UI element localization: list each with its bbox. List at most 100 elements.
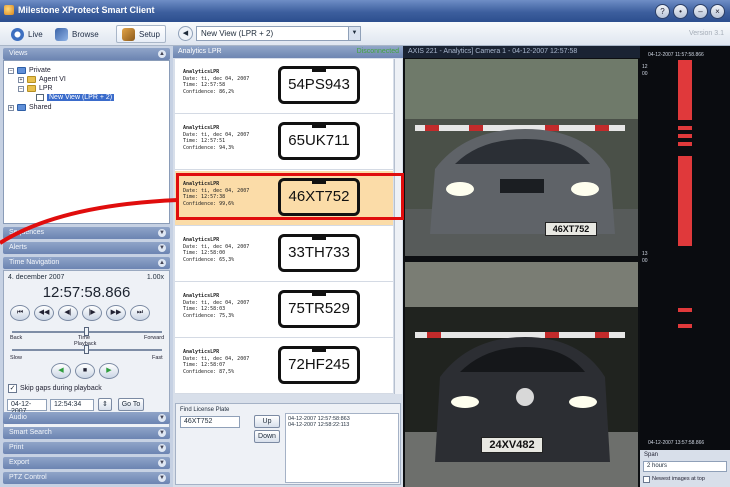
lpr-event-row[interactable]: AnalyticsLPR Date: ti, dec 04, 2007 Time… bbox=[175, 339, 393, 394]
event-confidence: Confidence: 75,3% bbox=[183, 312, 235, 319]
previous-frame-button[interactable]: ◀| bbox=[58, 305, 78, 321]
lpr-event-row[interactable]: AnalyticsLPR Date: ti, dec 04, 2007 Time… bbox=[175, 59, 393, 114]
find-result-item[interactable]: 04-12-2007 12:58:22:113 bbox=[288, 422, 396, 428]
collapse-icon[interactable]: ▼ bbox=[158, 429, 166, 437]
license-plate-image: 75TR529 bbox=[278, 290, 360, 328]
time-nav-header-label: Time Navigation bbox=[9, 259, 60, 266]
event-source: AnalyticsLPR bbox=[183, 293, 220, 299]
next-frame-button[interactable]: |▶ bbox=[82, 305, 102, 321]
live-tab-label: Live bbox=[28, 29, 43, 39]
recording-segment[interactable] bbox=[678, 308, 692, 312]
event-date: Date: ti, dec 04, 2007 bbox=[183, 243, 250, 250]
span-label: Span bbox=[644, 452, 659, 458]
event-time: Time: 12:58:07 bbox=[183, 362, 226, 368]
lpr-event-row[interactable]: AnalyticsLPR Date: ti, dec 04, 2007 Time… bbox=[175, 283, 393, 338]
tree-item-agent-vi[interactable]: + Agent VI bbox=[18, 76, 66, 83]
skip-gaps-checkbox[interactable]: ✓ bbox=[8, 384, 17, 393]
forward-label: Forward bbox=[144, 335, 165, 341]
lpr-event-row[interactable]: AnalyticsLPR Date: ti, dec 04, 2007 Time… bbox=[175, 227, 393, 282]
lpr-event-details: AnalyticsLPR Date: ti, dec 04, 2007 Time… bbox=[183, 69, 249, 95]
span-select[interactable]: 2 hours bbox=[643, 461, 727, 472]
lpr-event-list: AnalyticsLPR Date: ti, dec 04, 2007 Time… bbox=[175, 59, 393, 394]
first-frame-button[interactable]: ⏮ bbox=[10, 305, 30, 321]
tree-item-shared[interactable]: + Shared bbox=[8, 104, 52, 111]
folder-icon bbox=[17, 67, 26, 74]
settings-button[interactable]: • bbox=[673, 4, 688, 19]
collapse-icon[interactable]: ▼ bbox=[158, 459, 166, 467]
event-time: Time: 12:57:58 bbox=[183, 82, 226, 88]
event-time: Time: 12:57:51 bbox=[183, 138, 226, 144]
collapse-icon[interactable]: ▼ bbox=[158, 474, 166, 482]
event-confidence: Confidence: 94,3% bbox=[183, 144, 235, 151]
timeline-end-stamp: 04-12-2007 13:57:58.866 bbox=[648, 440, 705, 446]
camera-title: AXIS 221 - Analytics] Camera 1 - 04-12-2… bbox=[403, 46, 640, 58]
play-reverse-button[interactable]: ◀ bbox=[51, 363, 71, 379]
recording-segment[interactable] bbox=[678, 324, 692, 328]
tree-item-lpr[interactable]: – LPR bbox=[18, 85, 53, 92]
lpr-list-scrollbar[interactable] bbox=[394, 59, 402, 394]
views-header-label: Views bbox=[9, 50, 28, 57]
live-tab[interactable]: Live bbox=[6, 25, 48, 43]
vehicle-plate-top: 46XT752 bbox=[545, 222, 597, 236]
recording-segment[interactable] bbox=[678, 142, 692, 146]
timeline-start-stamp: 04-12-2007 11:57:58.866 bbox=[648, 52, 704, 58]
minimize-button[interactable]: – bbox=[693, 4, 708, 19]
time-stepper[interactable]: ⇕ bbox=[98, 398, 112, 411]
recording-segment[interactable] bbox=[678, 134, 692, 138]
views-panel-header[interactable]: Views ▲ bbox=[3, 48, 170, 60]
goto-date-field[interactable]: 04-12-2007 bbox=[7, 399, 47, 415]
collapse-icon[interactable]: ▼ bbox=[158, 414, 166, 422]
close-button[interactable]: × bbox=[710, 4, 725, 19]
previous-sequence-button[interactable]: ◀◀ bbox=[34, 305, 54, 321]
newest-top-checkbox[interactable] bbox=[643, 476, 650, 483]
help-button[interactable]: ? bbox=[655, 4, 670, 19]
vehicle-plate-bottom: 24XV482 bbox=[481, 437, 543, 453]
span-value: 2 hours bbox=[647, 463, 668, 469]
tree-item-private[interactable]: – Private bbox=[8, 67, 51, 74]
expand-tree-icon[interactable]: + bbox=[8, 104, 14, 111]
collapse-icon[interactable]: ▲ bbox=[158, 259, 166, 267]
find-plate-label: Find License Plate bbox=[180, 407, 230, 413]
ptz-panel-header[interactable]: PTZ Control ▼ bbox=[3, 472, 170, 484]
setup-tab[interactable]: Setup bbox=[116, 25, 166, 43]
collapse-icon[interactable]: ▼ bbox=[158, 444, 166, 452]
audio-panel-header[interactable]: Audio ▼ bbox=[3, 412, 170, 424]
find-up-button[interactable]: Up bbox=[254, 415, 280, 428]
timeline-panel[interactable]: 04-12-2007 11:57:58.866 12 00 13 00 04-1… bbox=[640, 46, 730, 487]
recording-segment[interactable] bbox=[678, 156, 692, 246]
timeline-controls: Span 2 hours Newest images at top bbox=[640, 450, 730, 487]
lpr-event-row[interactable]: AnalyticsLPR Date: ti, dec 04, 2007 Time… bbox=[175, 115, 393, 170]
stop-button[interactable]: ■ bbox=[75, 363, 95, 379]
event-source: AnalyticsLPR bbox=[183, 69, 220, 75]
camera-frame-top[interactable] bbox=[405, 59, 638, 256]
tree-item-new-view[interactable]: New View (LPR + 2) bbox=[36, 94, 115, 101]
app-logo-icon bbox=[4, 5, 14, 15]
export-panel-header[interactable]: Export ▼ bbox=[3, 457, 170, 469]
time-nav-panel-header[interactable]: Time Navigation ▲ bbox=[3, 257, 170, 269]
event-date: Date: ti, dec 04, 2007 bbox=[183, 131, 250, 138]
collapse-tree-icon[interactable]: – bbox=[8, 67, 14, 74]
last-frame-button[interactable]: ⏭ bbox=[130, 305, 150, 321]
find-plate-input[interactable]: 46XT752 bbox=[180, 416, 240, 428]
find-down-button[interactable]: Down bbox=[254, 430, 280, 443]
play-forward-button[interactable]: ▶ bbox=[99, 363, 119, 379]
next-sequence-button[interactable]: ▶▶ bbox=[106, 305, 126, 321]
recording-segment[interactable] bbox=[678, 126, 692, 130]
collapse-icon[interactable]: ▼ bbox=[158, 244, 166, 252]
goto-time-field[interactable]: 12:54:34 bbox=[50, 399, 94, 411]
recording-segment[interactable] bbox=[678, 60, 692, 120]
collapse-tree-icon[interactable]: – bbox=[18, 85, 24, 92]
collapse-icon[interactable]: ▲ bbox=[158, 50, 166, 58]
back-button[interactable]: ◀ bbox=[178, 26, 193, 41]
event-confidence: Confidence: 65,3% bbox=[183, 256, 235, 263]
title-bar: Milestone XProtect Smart Client ? • – × bbox=[0, 0, 730, 22]
find-results-list[interactable]: 04-12-2007 12:57:58:863 04-12-2007 12:58… bbox=[285, 413, 399, 483]
camera-frame-bottom[interactable] bbox=[405, 262, 638, 487]
smart-search-panel-header[interactable]: Smart Search ▼ bbox=[3, 427, 170, 439]
chevron-down-icon: ▼ bbox=[348, 27, 360, 40]
view-select[interactable]: New View (LPR + 2) ▼ bbox=[196, 26, 361, 41]
goto-button[interactable]: Go To bbox=[118, 398, 144, 411]
expand-tree-icon[interactable]: + bbox=[18, 76, 24, 83]
print-panel-header[interactable]: Print ▼ bbox=[3, 442, 170, 454]
browse-tab[interactable]: Browse bbox=[50, 25, 104, 43]
